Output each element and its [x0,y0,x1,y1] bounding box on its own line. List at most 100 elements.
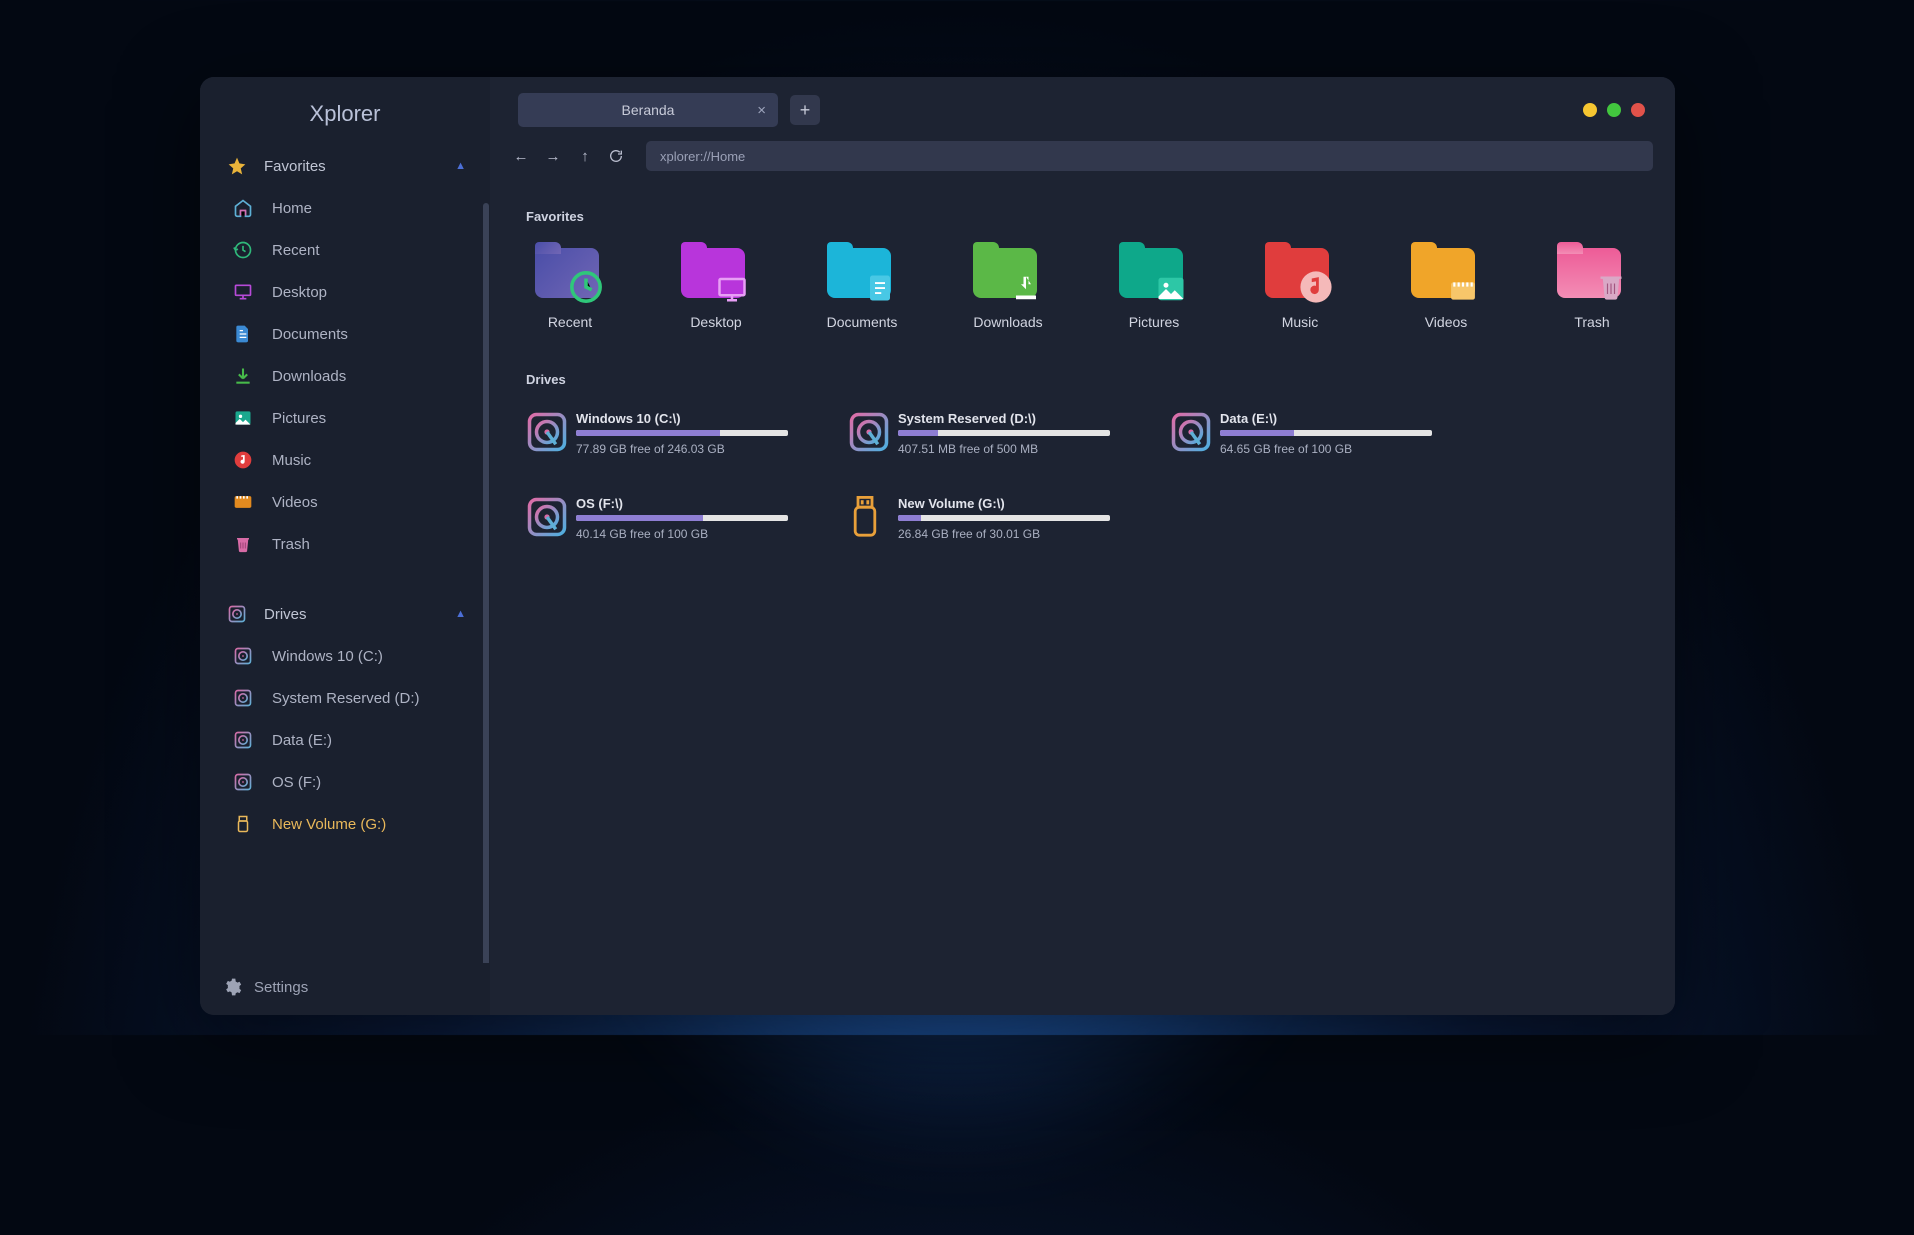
favorite-label: Recent [548,314,592,330]
sidebar-item-videos[interactable]: Videos [224,481,482,523]
tab-bar: Beranda × + [490,77,1675,127]
documents-folder-icon [827,248,897,304]
chevron-up-icon: ▲ [455,608,466,620]
sidebar-item-documents[interactable]: Documents [224,313,482,355]
favorite-label: Trash [1574,314,1609,330]
hdd-icon [230,771,256,793]
progress-bar [576,515,788,521]
trash-folder-icon [1557,248,1627,304]
favorite-trash[interactable]: Trash [1548,248,1636,330]
sidebar-item-music[interactable]: Music [224,439,482,481]
settings-button[interactable]: Settings [200,963,490,1015]
drives-title: Drives [526,372,1639,387]
sidebar-item-label: Downloads [272,368,346,385]
sidebar-item-label: New Volume (G:) [272,816,386,833]
hdd-icon [848,411,890,453]
close-icon[interactable]: × [757,102,766,119]
nav-bar: ← → ↑ xplorer://Home [490,127,1675,179]
forward-button[interactable]: → [544,148,562,165]
drives-section-header[interactable]: Drives ▲ [224,593,482,635]
content-area: Favorites Recent Desktop [490,179,1675,571]
sidebar-item-label: Trash [272,536,310,553]
refresh-button[interactable] [608,148,626,164]
drive-e[interactable]: Data (E:\) 64.65 GB free of 100 GB [1170,411,1432,456]
drive-f[interactable]: OS (F:\) 40.14 GB free of 100 GB [526,496,788,541]
sidebar-drive-c[interactable]: Windows 10 (C:) [224,635,482,677]
sidebar-item-desktop[interactable]: Desktop [224,271,482,313]
music-folder-icon [1265,248,1335,304]
hdd-icon [526,496,568,538]
favorite-videos[interactable]: Videos [1402,248,1490,330]
drive-free-text: 407.51 MB free of 500 MB [898,442,1110,456]
drive-c[interactable]: Windows 10 (C:\) 77.89 GB free of 246.03… [526,411,788,456]
favorite-documents[interactable]: Documents [818,248,906,330]
favorite-label: Videos [1425,314,1468,330]
favorite-downloads[interactable]: Downloads [964,248,1052,330]
chevron-up-icon: ▲ [455,160,466,172]
sidebar-item-label: Music [272,452,311,469]
sidebar-scrollbar[interactable] [483,203,489,963]
star-icon [224,155,250,177]
favorite-music[interactable]: Music [1256,248,1344,330]
sidebar-item-label: Pictures [272,410,326,427]
hdd-icon [230,729,256,751]
sidebar-drive-e[interactable]: Data (E:) [224,719,482,761]
pictures-folder-icon [1119,248,1189,304]
drives-grid: Windows 10 (C:\) 77.89 GB free of 246.03… [526,411,1639,541]
drive-d[interactable]: System Reserved (D:\) 407.51 MB free of … [848,411,1110,456]
address-bar[interactable]: xplorer://Home [646,141,1653,171]
drive-name: Data (E:\) [1220,411,1432,426]
favorite-pictures[interactable]: Pictures [1110,248,1198,330]
app-window: Xplorer Favorites ▲ Home Recent [200,77,1675,1015]
progress-bar [898,515,1110,521]
maximize-button[interactable] [1607,103,1621,117]
sidebar-content: Favorites ▲ Home Recent Desktop [200,145,490,963]
hdd-icon [230,645,256,667]
drive-icon [224,603,250,625]
drive-g[interactable]: New Volume (G:\) 26.84 GB free of 30.01 … [848,496,1110,541]
drive-name: Windows 10 (C:\) [576,411,788,426]
drive-name: OS (F:\) [576,496,788,511]
sidebar-item-label: Documents [272,326,348,343]
progress-bar [898,430,1110,436]
sidebar-drive-f[interactable]: OS (F:) [224,761,482,803]
favorite-recent[interactable]: Recent [526,248,614,330]
favorite-label: Documents [827,314,898,330]
new-tab-button[interactable]: + [790,95,820,125]
sidebar-item-downloads[interactable]: Downloads [224,355,482,397]
plus-icon: + [800,100,811,121]
drive-name: System Reserved (D:\) [898,411,1110,426]
favorite-label: Pictures [1129,314,1180,330]
drives-label: Drives [264,606,455,623]
sidebar-item-trash[interactable]: Trash [224,523,482,565]
sidebar-item-label: Data (E:) [272,732,332,749]
drive-name: New Volume (G:\) [898,496,1110,511]
minimize-button[interactable] [1583,103,1597,117]
favorite-label: Desktop [690,314,741,330]
favorite-desktop[interactable]: Desktop [672,248,760,330]
home-icon [230,197,256,219]
progress-bar [1220,430,1432,436]
downloads-folder-icon [973,248,1043,304]
sidebar-item-label: Windows 10 (C:) [272,648,383,665]
gear-icon [222,977,254,997]
sidebar-drive-g[interactable]: New Volume (G:) [224,803,482,845]
up-button[interactable]: ↑ [576,148,594,165]
sidebar-drive-d[interactable]: System Reserved (D:) [224,677,482,719]
sidebar-item-recent[interactable]: Recent [224,229,482,271]
app-title: Xplorer [200,77,490,145]
sidebar-item-pictures[interactable]: Pictures [224,397,482,439]
sidebar: Xplorer Favorites ▲ Home Recent [200,77,490,1015]
back-button[interactable]: ← [512,148,530,165]
favorites-section-header[interactable]: Favorites ▲ [224,145,482,187]
window-controls [1583,103,1645,117]
close-button[interactable] [1631,103,1645,117]
favorites-label: Favorites [264,158,455,175]
tab-home[interactable]: Beranda × [518,93,778,127]
hdd-icon [1170,411,1212,453]
tab-label: Beranda [622,102,675,118]
recent-folder-icon [535,248,605,304]
progress-bar [576,430,788,436]
sidebar-item-home[interactable]: Home [224,187,482,229]
sidebar-item-label: OS (F:) [272,774,321,791]
